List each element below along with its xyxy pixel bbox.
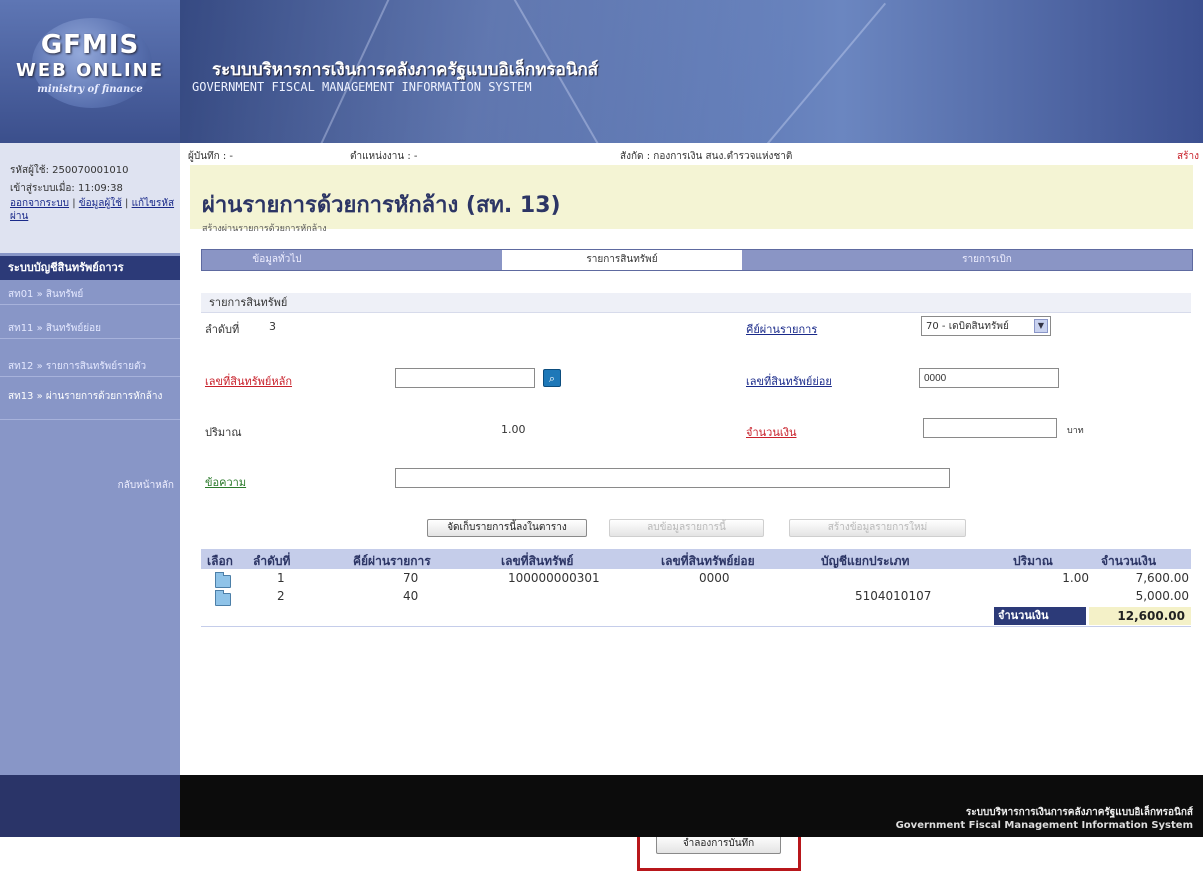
footer-system-thai: ระบบบริหารการเงินการคลังภาครัฐแบบอิเล็กท… (965, 807, 1193, 818)
posting-key-selected: 70 - เดบิตสินทรัพย์ (926, 321, 1009, 332)
row-amount: 7,600.00 (1135, 571, 1189, 585)
tab-withdrawal[interactable]: รายการเบิก (862, 250, 1112, 270)
unit-info: ตำแหน่งงาน : - (350, 151, 418, 162)
user-info-panel: รหัสผู้ใช้: 250070001010 เข้าสู่ระบบเมื่… (0, 143, 180, 253)
quantity-label: ปริมาณ (205, 426, 242, 439)
back-to-home-link[interactable]: กลับหน้าหลัก (118, 478, 174, 493)
agency-info: สังกัด : กองการเงิน สนง.ตำรวจแห่งชาติ (620, 151, 793, 162)
simulate-save-button[interactable]: จำลองการบันทึก (656, 834, 781, 854)
amount-unit: บาท (1067, 426, 1084, 436)
quantity-value: 1.00 (501, 423, 526, 436)
gfmis-logo: GFMIS WEB ONLINE ministry of finance (0, 0, 180, 143)
chevron-down-icon: ▼ (1034, 319, 1048, 333)
tab-bar: ข้อมูลทั่วไป รายการสินทรัพย์ รายการเบิก (201, 249, 1193, 271)
page-subtitle: สร้างผ่านรายการด้วยการหักล้าง (202, 224, 327, 234)
footer-left-block (0, 775, 180, 837)
row-gl: 5104010107 (855, 589, 932, 603)
store-item-button[interactable]: จัดเก็บรายการนี้ลงในตาราง (427, 519, 587, 537)
logo-text-web-online: WEB ONLINE (15, 60, 165, 81)
posting-key-select[interactable]: 70 - เดบิตสินทรัพย์ ▼ (921, 316, 1051, 336)
sidebar-item-fa01[interactable]: สท01 » สินทรัพย์ (0, 285, 180, 305)
sidebar-item-fa13[interactable]: สท13 » ผ่านรายการด้วยการหักล้าง (0, 388, 180, 420)
recorder-info: ผู้บันทึก : - (188, 151, 234, 162)
sidebar-section-title: ระบบบัญชีสินทรัพย์ถาวร (0, 256, 180, 280)
row-posting-key: 40 (403, 589, 419, 603)
table-header: เลือก ลำดับที่ คีย์ผ่านรายการ เลขที่สินท… (201, 549, 1191, 569)
sidebar-item-fa12[interactable]: สท12 » รายการสินทรัพย์รายตัว (0, 357, 180, 377)
amount-input[interactable] (923, 418, 1057, 438)
seq-label: ลำดับที่ (205, 323, 240, 336)
tab-general[interactable]: ข้อมูลทั่วไป (202, 250, 352, 270)
mode-indicator: สร้าง (1177, 151, 1199, 162)
posting-key-label[interactable]: คีย์ผ่านรายการ (746, 320, 817, 338)
delete-item-button[interactable]: ลบข้อมูลรายการนี้ (609, 519, 764, 537)
asset-sub-label: เลขที่สินทรัพย์ย่อย (746, 375, 832, 388)
sidebar-item-fa11[interactable]: สท11 » สินทรัพย์ย่อย (0, 319, 180, 339)
row-sub-asset: 0000 (699, 571, 730, 585)
logo-text-gfmis: GFMIS (40, 30, 140, 60)
row-qty: 1.00 (1062, 571, 1089, 585)
logout-link[interactable]: ออกจากระบบ (10, 198, 69, 209)
search-icon[interactable]: ⌕ (543, 369, 561, 387)
table-row: 2 40 5104010107 5,000.00 (201, 587, 1191, 606)
text-label: ข้อความ (205, 476, 247, 489)
footer-system-english: Government Fiscal Management Information… (895, 820, 1193, 831)
new-item-button[interactable]: สร้างข้อมูลรายการใหม่ (789, 519, 966, 537)
footer: ระบบบริหารการเงินการคลังภาครัฐแบบอิเล็กท… (0, 775, 1203, 837)
amount-label: จำนวนเงิน (746, 426, 797, 439)
total-label: จำนวนเงิน (994, 607, 1086, 625)
header-banner: GFMIS WEB ONLINE ministry of finance ระบ… (0, 0, 1203, 143)
row-seq: 2 (277, 589, 285, 603)
row-amount: 5,000.00 (1135, 589, 1189, 603)
asset-form-panel: รายการสินทรัพย์ ลำดับที่ 3 คีย์ผ่านรายกา… (201, 273, 1191, 871)
system-title-english: GOVERNMENT FISCAL MANAGEMENT INFORMATION… (192, 80, 532, 94)
table-row: 1 70 100000000301 0000 1.00 7,600.00 (201, 569, 1191, 588)
row-posting-key: 70 (403, 571, 419, 585)
asset-main-input[interactable] (395, 368, 535, 388)
page-title: ผ่านรายการด้วยการหักล้าง (สท. 13) (202, 193, 561, 218)
seq-value: 3 (269, 320, 276, 333)
login-time: เข้าสู่ระบบเมื่อ: 11:09:38 (10, 183, 123, 194)
user-links: ออกจากระบบ | ข้อมูลผู้ใช้ | แก้ไขรหัสผ่า… (10, 198, 175, 222)
asset-sub-input[interactable] (919, 368, 1059, 388)
table-bottom-border (201, 626, 1191, 627)
user-id: รหัสผู้ใช้: 250070001010 (10, 165, 129, 176)
tab-asset-items[interactable]: รายการสินทรัพย์ (502, 250, 742, 270)
text-input[interactable] (395, 468, 950, 488)
folder-icon[interactable] (215, 590, 231, 606)
main-content: ผู้บันทึก : - ตำแหน่งงาน : - สังกัด : กอ… (180, 143, 1203, 871)
total-amount: 12,600.00 (1089, 607, 1191, 625)
user-profile-link[interactable]: ข้อมูลผู้ใช้ (79, 198, 122, 209)
system-title-thai: ระบบบริหารการเงินการคลังภาครัฐแบบอิเล็กท… (212, 60, 599, 80)
asset-main-label: เลขที่สินทรัพย์หลัก (205, 375, 293, 388)
logo-text-ministry: ministry of finance (37, 84, 143, 95)
left-sidebar: รหัสผู้ใช้: 250070001010 เข้าสู่ระบบเมื่… (0, 143, 180, 775)
row-asset: 100000000301 (508, 571, 600, 585)
row-seq: 1 (277, 571, 285, 585)
panel-title: รายการสินทรัพย์ (201, 293, 1191, 313)
